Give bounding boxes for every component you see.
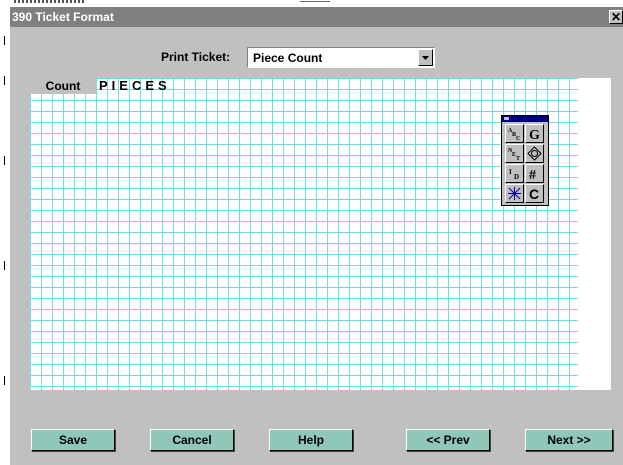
chevron-down-icon bbox=[422, 56, 429, 60]
svg-text:C: C bbox=[516, 136, 520, 141]
cancel-button[interactable]: Cancel bbox=[150, 429, 234, 451]
dropdown-button[interactable] bbox=[418, 49, 433, 66]
abc-text-icon: A B C bbox=[508, 128, 520, 141]
title-bar[interactable]: 390 Ticket Format ✕ bbox=[10, 7, 623, 27]
tool-palette-titlebar[interactable] bbox=[502, 116, 548, 122]
prev-button[interactable]: << Prev bbox=[406, 429, 490, 451]
sparkle-icon bbox=[508, 187, 521, 200]
ticket-layout-grid[interactable]: Count PIECES A B C G N E T I D # C bbox=[30, 78, 611, 390]
edge-mark bbox=[4, 261, 5, 270]
tool-palette[interactable]: A B C G N E T I D # C bbox=[501, 115, 549, 206]
grid-margin bbox=[578, 78, 611, 390]
hash-icon: # bbox=[529, 168, 536, 181]
graphic-g-tool[interactable]: G bbox=[525, 124, 544, 143]
edge-mark bbox=[4, 76, 5, 85]
c-icon: C bbox=[529, 186, 539, 201]
edge-mark bbox=[4, 156, 5, 165]
window-title: 390 Ticket Format bbox=[12, 10, 114, 24]
weight-diamond-tool[interactable] bbox=[525, 144, 544, 163]
id-tool[interactable]: I D bbox=[505, 164, 524, 183]
sparkle-tool[interactable] bbox=[505, 184, 524, 203]
background-text-fragment bbox=[14, 0, 86, 3]
svg-text:#: # bbox=[529, 168, 536, 181]
text-abc-tool[interactable]: A B C bbox=[505, 124, 524, 143]
print-ticket-label: Print Ticket: bbox=[161, 50, 231, 64]
svg-text:G: G bbox=[529, 128, 540, 141]
next-button[interactable]: Next >> bbox=[525, 429, 613, 451]
net-tool[interactable]: N E T bbox=[505, 144, 524, 163]
id-icon: I D bbox=[509, 168, 519, 181]
help-button[interactable]: Help bbox=[269, 429, 353, 451]
g-graphic-icon: G bbox=[529, 128, 540, 141]
svg-text:D: D bbox=[514, 173, 519, 181]
field-label-count[interactable]: Count bbox=[30, 78, 96, 94]
save-button[interactable]: Save bbox=[31, 429, 115, 451]
print-ticket-select[interactable]: Piece Count bbox=[247, 47, 435, 68]
palette-menu-icon[interactable] bbox=[504, 117, 509, 120]
svg-text:T: T bbox=[516, 156, 520, 161]
net-icon: N E T bbox=[508, 148, 520, 161]
number-tool[interactable]: # bbox=[525, 164, 544, 183]
svg-text:C: C bbox=[529, 186, 539, 201]
edge-mark bbox=[4, 36, 5, 45]
edge-mark bbox=[4, 376, 5, 385]
close-button[interactable]: ✕ bbox=[609, 10, 623, 24]
c-tool[interactable]: C bbox=[525, 184, 544, 203]
background-left-edge bbox=[0, 6, 9, 465]
field-text-pieces[interactable]: PIECES bbox=[99, 78, 171, 95]
background-line bbox=[300, 1, 330, 2]
diamond-icon bbox=[527, 146, 542, 161]
close-icon: ✕ bbox=[610, 10, 622, 24]
ticket-format-window: 390 Ticket Format ✕ Print Ticket: Piece … bbox=[9, 6, 623, 465]
print-ticket-value: Piece Count bbox=[253, 51, 323, 65]
svg-text:I: I bbox=[509, 168, 512, 176]
